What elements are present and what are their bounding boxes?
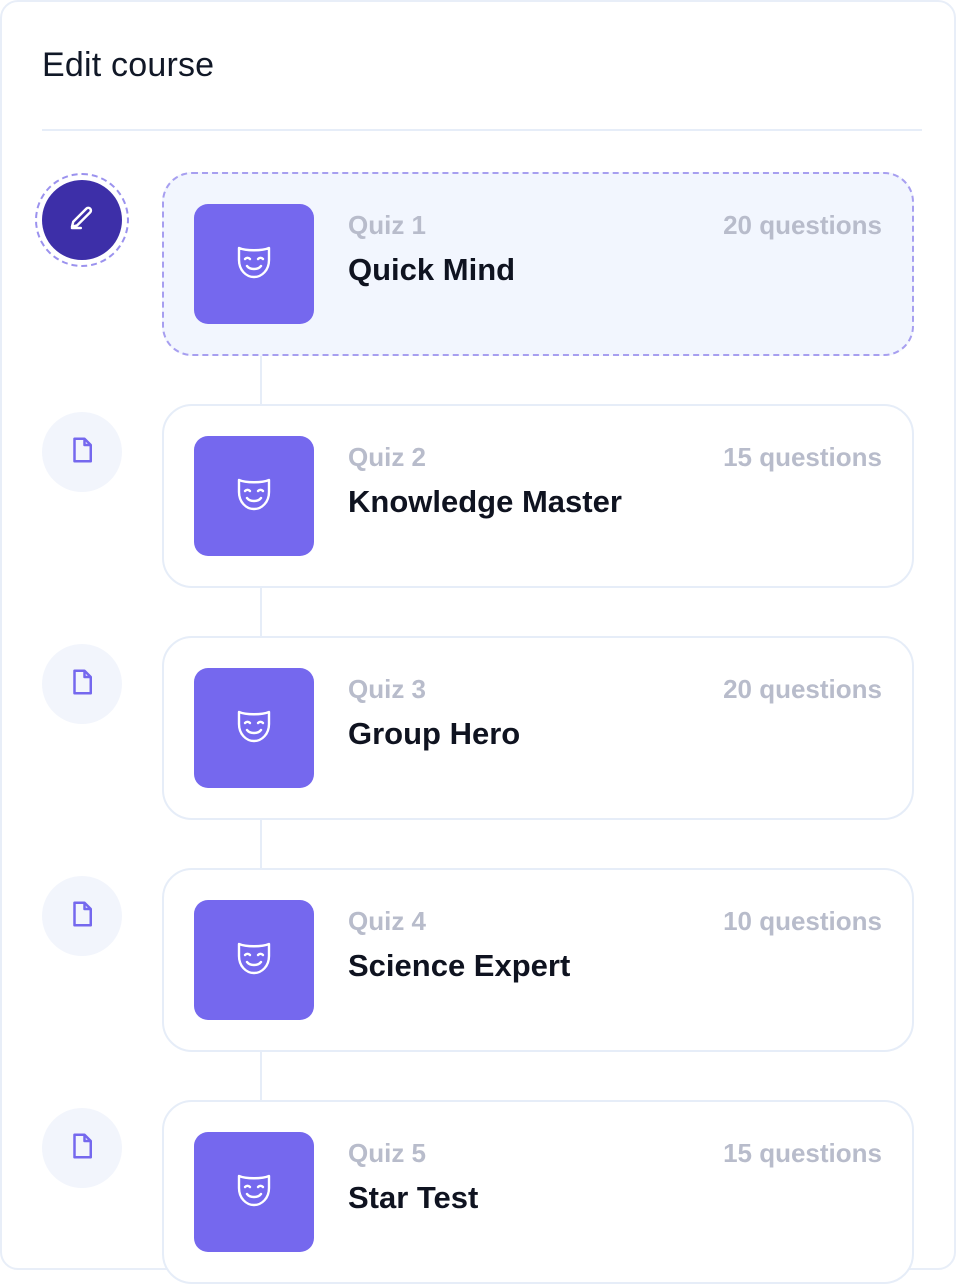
question-count: 10 questions	[723, 906, 882, 936]
quiz-thumbnail	[194, 436, 314, 556]
quiz-thumbnail	[194, 668, 314, 788]
question-count: 15 questions	[723, 442, 882, 472]
question-count: 20 questions	[723, 210, 882, 240]
step-1-indicator-fill	[42, 180, 122, 260]
quiz-title: Science Expert	[348, 948, 571, 983]
timeline-connector	[260, 1050, 262, 1102]
timeline-connector	[260, 818, 262, 870]
quiz-title: Star Test	[348, 1180, 479, 1215]
quiz-number: Quiz 1	[348, 210, 427, 240]
question-count: 20 questions	[723, 674, 882, 704]
step-3-indicator[interactable]	[42, 644, 122, 724]
quiz-card-4[interactable]: Quiz 4 Science Expert 10 questions	[162, 868, 914, 1052]
file-icon	[67, 435, 97, 470]
step-4-indicator[interactable]	[42, 876, 122, 956]
step-1-indicator[interactable]	[35, 173, 129, 267]
file-icon	[67, 667, 97, 702]
question-count: 15 questions	[723, 1138, 882, 1168]
quiz-number: Quiz 3	[348, 674, 427, 704]
quiz-card-5[interactable]: Quiz 5 Star Test 15 questions	[162, 1100, 914, 1284]
quiz-card-3[interactable]: Quiz 3 Group Hero 20 questions	[162, 636, 914, 820]
quiz-title: Knowledge Master	[348, 484, 622, 519]
quiz-title: Quick Mind	[348, 252, 516, 287]
quiz-thumbnail	[194, 1132, 314, 1252]
mask-icon	[234, 706, 274, 751]
quiz-thumbnail	[194, 900, 314, 1020]
quiz-number: Quiz 4	[348, 906, 427, 936]
file-icon	[67, 1131, 97, 1166]
mask-icon	[234, 938, 274, 983]
timeline-connector	[260, 354, 262, 406]
mask-icon	[234, 1170, 274, 1215]
file-icon	[67, 899, 97, 934]
quiz-card-2[interactable]: Quiz 2 Knowledge Master 15 questions	[162, 404, 914, 588]
quiz-card-1[interactable]: Quiz 1 Quick Mind 20 questions	[162, 172, 914, 356]
quiz-title: Group Hero	[348, 716, 521, 751]
page-title: Edit course	[42, 46, 215, 84]
quiz-thumbnail	[194, 204, 314, 324]
step-2-indicator[interactable]	[42, 412, 122, 492]
step-5-indicator[interactable]	[42, 1108, 122, 1188]
edit-course-panel: Edit course Quiz 1 Quick Mind 20 questio…	[0, 0, 956, 1284]
mask-icon	[234, 474, 274, 519]
quiz-number: Quiz 2	[348, 442, 427, 472]
quiz-number: Quiz 5	[348, 1138, 427, 1168]
header-divider	[42, 129, 922, 131]
mask-icon	[234, 242, 274, 287]
timeline-connector	[260, 586, 262, 638]
pencil-icon	[67, 203, 97, 238]
